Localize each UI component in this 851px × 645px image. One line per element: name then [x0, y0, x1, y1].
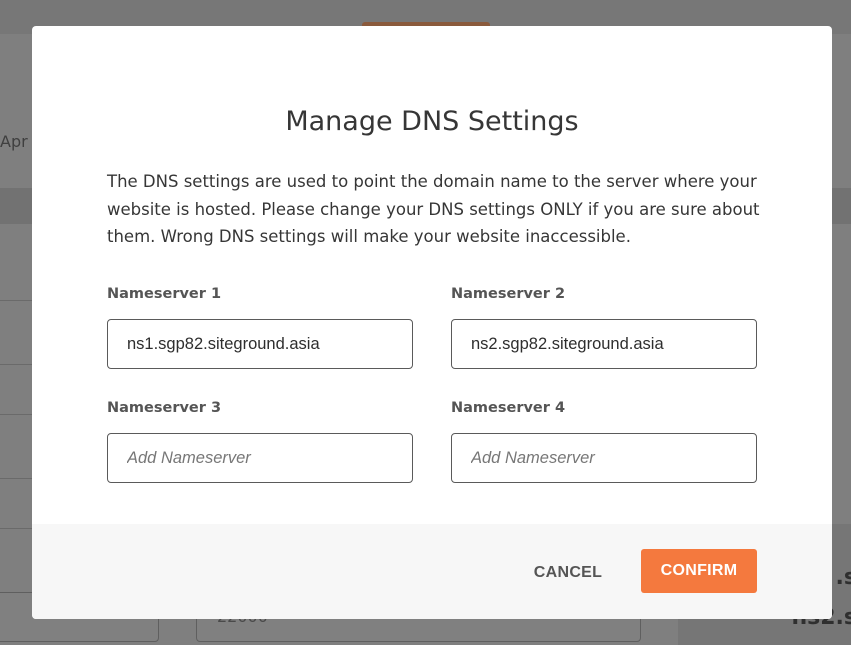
background-nameserver-text: .s: [835, 565, 851, 590]
nameserver-3-input[interactable]: [107, 433, 413, 483]
nameserver-2-input[interactable]: [451, 319, 757, 369]
background-row-divider: [0, 528, 32, 529]
manage-dns-dialog: Manage DNS Settings The DNS settings are…: [32, 26, 832, 619]
dialog-description: The DNS settings are used to point the d…: [107, 172, 760, 246]
cancel-button[interactable]: CANCEL: [525, 551, 611, 595]
nameserver-4-field: Nameserver 4: [451, 399, 757, 483]
nameserver-2-field: Nameserver 2: [451, 285, 757, 369]
confirm-button[interactable]: CONFIRM: [641, 549, 757, 593]
nameserver-4-label: Nameserver 4: [451, 400, 566, 416]
nameserver-2-label: Nameserver 2: [451, 286, 566, 302]
background-row-divider: [0, 478, 32, 479]
nameserver-4-input[interactable]: [451, 433, 757, 483]
nameserver-1-label: Nameserver 1: [107, 286, 222, 302]
nameserver-1-field: Nameserver 1: [107, 285, 413, 369]
nameserver-3-label: Nameserver 3: [107, 400, 222, 416]
dialog-title: Manage DNS Settings: [285, 106, 579, 137]
background-row-divider: [0, 364, 32, 365]
nameserver-1-input[interactable]: [107, 319, 413, 369]
background-row-divider: [0, 414, 32, 415]
background-row-divider: [0, 300, 32, 301]
nameserver-3-field: Nameserver 3: [107, 399, 413, 483]
dialog-footer: CANCEL CONFIRM: [32, 524, 832, 619]
